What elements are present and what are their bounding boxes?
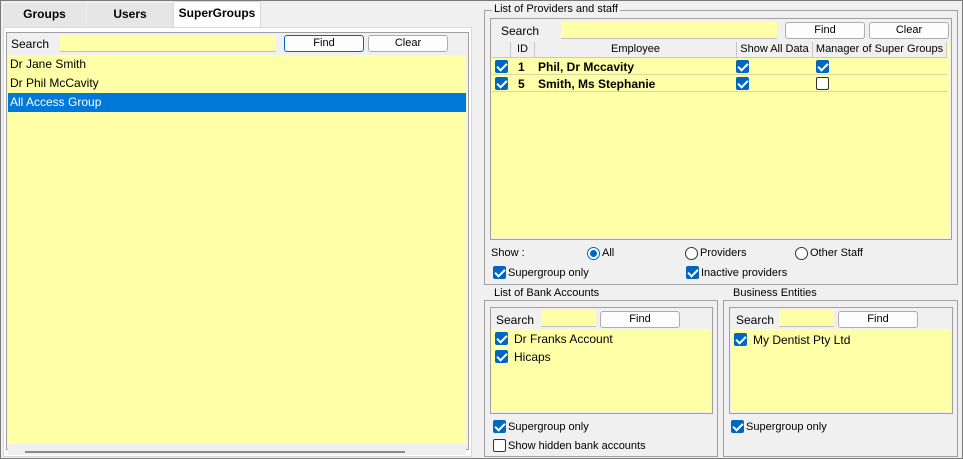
tab-groups[interactable]: Groups <box>3 3 86 27</box>
business-find-button[interactable]: Find <box>838 311 918 328</box>
row-id: 5 <box>518 77 525 91</box>
show-all-data-checkbox[interactable] <box>736 60 749 73</box>
providers-search-input[interactable] <box>561 22 777 39</box>
business-search-input[interactable] <box>779 310 834 327</box>
business-entity-label: My Dentist Pty Ltd <box>753 333 851 347</box>
bank-find-button[interactable]: Find <box>600 311 680 328</box>
show-all-label: All <box>602 247 615 259</box>
business-supergroup-only-checkbox[interactable] <box>731 420 744 433</box>
show-all-data-checkbox[interactable] <box>736 77 749 90</box>
inactive-providers-checkbox[interactable] <box>686 266 699 279</box>
manager-checkbox[interactable] <box>816 60 829 73</box>
bank-supergroup-only-label: Supergroup only <box>508 421 589 433</box>
left-search-input[interactable] <box>60 35 276 52</box>
providers-find-button[interactable]: Find <box>785 22 865 39</box>
column-header-check <box>492 42 511 58</box>
show-other-staff-radio[interactable] <box>795 247 808 260</box>
show-hidden-bank-accounts-checkbox[interactable] <box>493 439 506 452</box>
left-find-button[interactable]: Find <box>284 35 364 52</box>
show-other-staff-label: Other Staff <box>810 247 863 259</box>
row-select-checkbox[interactable] <box>495 77 508 90</box>
row-employee: Smith, Ms Stephanie <box>538 77 656 91</box>
business-entity-checkbox[interactable] <box>734 333 747 346</box>
supergroups-list <box>8 55 466 444</box>
show-providers-label: Providers <box>700 247 747 259</box>
list-item-selected[interactable]: All Access Group <box>8 93 466 112</box>
bank-account-label: Hicaps <box>514 350 551 364</box>
business-supergroup-only-label: Supergroup only <box>746 421 827 433</box>
bank-account-checkbox[interactable] <box>495 332 508 345</box>
providers-group-title: List of Providers and staff <box>492 3 620 15</box>
providers-search-label: Search <box>501 24 540 38</box>
bank-search-label: Search <box>496 313 535 327</box>
providers-supergroup-only-label: Supergroup only <box>508 267 589 279</box>
inactive-providers-label: Inactive providers <box>701 267 788 279</box>
show-hidden-bank-accounts-label: Show hidden bank accounts <box>508 440 646 452</box>
bank-supergroup-only-checkbox[interactable] <box>493 420 506 433</box>
column-header-id: ID <box>511 42 535 58</box>
bank-search-input[interactable] <box>541 310 596 327</box>
left-search-label: Search <box>11 37 50 51</box>
list-item[interactable]: Dr Phil McCavity <box>8 74 466 93</box>
row-id: 1 <box>518 60 525 74</box>
row-select-checkbox[interactable] <box>495 60 508 73</box>
column-header-show-all-data: Show All Data <box>737 42 813 58</box>
column-header-manager: Manager of Super Groups <box>813 42 947 58</box>
providers-supergroup-only-checkbox[interactable] <box>493 266 506 279</box>
left-clear-button[interactable]: Clear <box>368 35 448 52</box>
providers-clear-button[interactable]: Clear <box>869 22 949 39</box>
scrollbar-thumb[interactable] <box>25 451 405 453</box>
tab-users[interactable]: Users <box>87 3 173 27</box>
manager-checkbox[interactable] <box>816 77 829 90</box>
list-item[interactable]: Dr Jane Smith <box>8 55 466 74</box>
bank-accounts-title: List of Bank Accounts <box>492 287 602 299</box>
bank-account-checkbox[interactable] <box>495 350 508 363</box>
row-employee: Phil, Dr Mccavity <box>538 60 635 74</box>
business-search-label: Search <box>736 313 775 327</box>
column-header-employee: Employee <box>535 42 737 58</box>
show-providers-radio[interactable] <box>685 247 698 260</box>
show-all-radio[interactable] <box>587 247 600 260</box>
business-entities-title: Business Entities <box>731 287 819 299</box>
tab-supergroups[interactable]: SuperGroups <box>173 1 261 28</box>
show-label: Show : <box>491 247 525 259</box>
bank-account-label: Dr Franks Account <box>514 332 613 346</box>
